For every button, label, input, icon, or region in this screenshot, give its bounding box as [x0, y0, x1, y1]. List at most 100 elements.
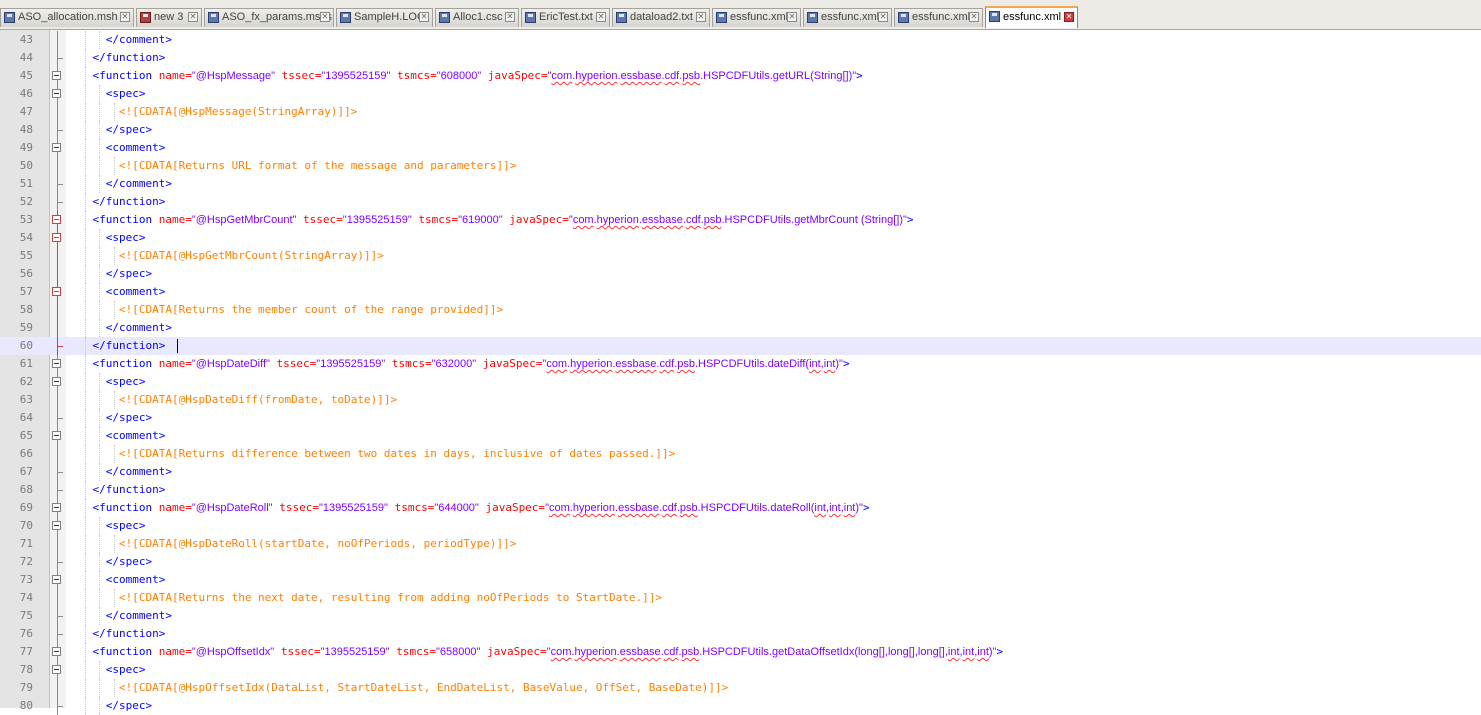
fold-collapse-icon[interactable] [52, 233, 61, 242]
fold-collapse-icon[interactable] [52, 359, 61, 368]
code-line[interactable]: 64 </spec> [0, 409, 1481, 427]
fold-guide-line [57, 31, 58, 49]
fold-collapse-icon[interactable] [52, 377, 61, 386]
tab-10[interactable]: essfunc.xml ✕ [894, 8, 983, 27]
fold-collapse-icon[interactable] [52, 287, 61, 296]
code-text: </function> [66, 481, 166, 499]
code-line[interactable]: 55 <![CDATA[@HspGetMbrCount(StringArray)… [0, 247, 1481, 265]
code-line[interactable]: 79 <![CDATA[@HspOffsetIdx(DataList, Star… [0, 679, 1481, 697]
close-tab-icon[interactable]: ✕ [696, 12, 706, 22]
code-line[interactable]: 60 </function> [0, 337, 1481, 355]
token-attr: tssec= [296, 213, 343, 226]
code-line[interactable]: 45 <function name="@HspMessage" tssec="1… [0, 67, 1481, 85]
code-line[interactable]: 68 </function> [0, 481, 1481, 499]
token-val: "@HspGetMbrCount" [191, 214, 297, 226]
spelling-underline: com [546, 358, 568, 370]
line-number: 43 [19, 33, 33, 46]
fold-end-marker [57, 346, 63, 347]
token-attr: tssec= [275, 69, 322, 82]
fold-collapse-icon[interactable] [52, 89, 61, 98]
spelling-underline: int [809, 358, 821, 370]
tab-3[interactable]: ASO_fx_params.mshs ✕ [204, 8, 334, 27]
code-line[interactable]: 78 <spec> [0, 661, 1481, 679]
close-tab-icon[interactable]: ✕ [505, 12, 515, 22]
tab-7[interactable]: dataload2.txt ✕ [612, 8, 710, 27]
code-line[interactable]: 46 <spec> [0, 85, 1481, 103]
fold-collapse-icon[interactable] [52, 647, 61, 656]
code-line[interactable]: 50 <![CDATA[Returns URL format of the me… [0, 157, 1481, 175]
tab-5[interactable]: Alloc1.csc ✕ [435, 8, 519, 27]
fold-collapse-icon[interactable] [52, 431, 61, 440]
code-line[interactable]: 57 <comment> [0, 283, 1481, 301]
fold-collapse-icon[interactable] [52, 503, 61, 512]
code-text: <![CDATA[Returns URL format of the messa… [66, 157, 516, 175]
tab-6[interactable]: EricTest.txt ✕ [521, 8, 610, 27]
fold-collapse-icon[interactable] [52, 215, 61, 224]
code-line[interactable]: 75 </comment> [0, 607, 1481, 625]
fold-collapse-icon[interactable] [52, 71, 61, 80]
code-line[interactable]: 52 </function> [0, 193, 1481, 211]
code-text: </comment> [66, 175, 172, 193]
code-line[interactable]: 80 </spec> [0, 697, 1481, 715]
line-number: 57 [19, 285, 33, 298]
tab-4[interactable]: SampleH.LOG ✕ [336, 8, 433, 27]
code-line[interactable]: 48 </spec> [0, 121, 1481, 139]
code-line[interactable]: 61 <function name="@HspDateDiff" tssec="… [0, 355, 1481, 373]
code-line[interactable]: 62 <spec> [0, 373, 1481, 391]
fold-collapse-icon[interactable] [52, 665, 61, 674]
tab-1[interactable]: ASO_allocation.msh ✕ [0, 8, 134, 27]
code-line[interactable]: 54 <spec> [0, 229, 1481, 247]
tab-label: essfunc.xml [821, 11, 880, 23]
fold-collapse-icon[interactable] [52, 575, 61, 584]
token-cdata: <![CDATA[Returns URL format of the messa… [118, 159, 517, 172]
close-tab-icon[interactable]: ✕ [787, 12, 797, 22]
code-line[interactable]: 63 <![CDATA[@HspDateDiff(fromDate, toDat… [0, 391, 1481, 409]
line-number: 56 [19, 267, 33, 280]
code-line[interactable]: 66 <![CDATA[Returns difference between t… [0, 445, 1481, 463]
tab-2[interactable]: new 3 ✕ [136, 8, 202, 27]
code-line[interactable]: 77 <function name="@HspOffsetIdx" tssec=… [0, 643, 1481, 661]
code-line[interactable]: 49 <comment> [0, 139, 1481, 157]
code-line[interactable]: 73 <comment> [0, 571, 1481, 589]
code-line[interactable]: 58 <![CDATA[Returns the member count of … [0, 301, 1481, 319]
close-tab-icon[interactable]: ✕ [969, 12, 979, 22]
code-line[interactable]: 47 <![CDATA[@HspMessage(StringArray)]]> [0, 103, 1481, 121]
token-tag: </spec> [105, 411, 153, 424]
fold-collapse-icon[interactable] [52, 143, 61, 152]
close-tab-icon[interactable]: ✕ [878, 12, 888, 22]
close-tab-icon[interactable]: ✕ [320, 12, 330, 22]
tab-8[interactable]: essfunc.xml ✕ [712, 8, 801, 27]
close-tab-icon[interactable]: ✕ [188, 12, 198, 22]
code-line[interactable]: 67 </comment> [0, 463, 1481, 481]
close-tab-icon[interactable]: ✕ [419, 12, 429, 22]
close-tab-icon[interactable]: ✕ [596, 12, 606, 22]
line-number: 53 [19, 213, 33, 226]
tab-9[interactable]: essfunc.xml ✕ [803, 8, 892, 27]
code-line[interactable]: 74 <![CDATA[Returns the next date, resul… [0, 589, 1481, 607]
code-line[interactable]: 72 </spec> [0, 553, 1481, 571]
code-line[interactable]: 59 </comment> [0, 319, 1481, 337]
text-cursor [176, 339, 178, 353]
code-line[interactable]: 71 <![CDATA[@HspDateRoll(startDate, noOf… [0, 535, 1481, 553]
code-text: <![CDATA[@HspOffsetIdx(DataList, StartDa… [66, 679, 728, 697]
code-line[interactable]: 44 </function> [0, 49, 1481, 67]
token-attr: tsmcs= [387, 501, 435, 514]
close-tab-icon[interactable]: ✕ [120, 12, 130, 22]
code-line[interactable]: 70 <spec> [0, 517, 1481, 535]
code-line[interactable]: 76 </function> [0, 625, 1481, 643]
code-line[interactable]: 51 </comment> [0, 175, 1481, 193]
code-line[interactable]: 53 <function name="@HspGetMbrCount" tsse… [0, 211, 1481, 229]
line-number: 47 [19, 105, 33, 118]
token-tag: <function [92, 357, 159, 370]
close-tab-icon[interactable]: ✕ [1064, 12, 1074, 22]
tab-label: dataload2.txt [630, 11, 693, 23]
code-line[interactable]: 65 <comment> [0, 427, 1481, 445]
spelling-underline: essbase [620, 70, 662, 82]
code-line[interactable]: 56 </spec> [0, 265, 1481, 283]
fold-collapse-icon[interactable] [52, 521, 61, 530]
code-line[interactable]: 69 <function name="@HspDateRoll" tssec="… [0, 499, 1481, 517]
tab-11[interactable]: essfunc.xml ✕ [985, 6, 1078, 28]
code-line[interactable]: 43 </comment> [0, 31, 1481, 49]
